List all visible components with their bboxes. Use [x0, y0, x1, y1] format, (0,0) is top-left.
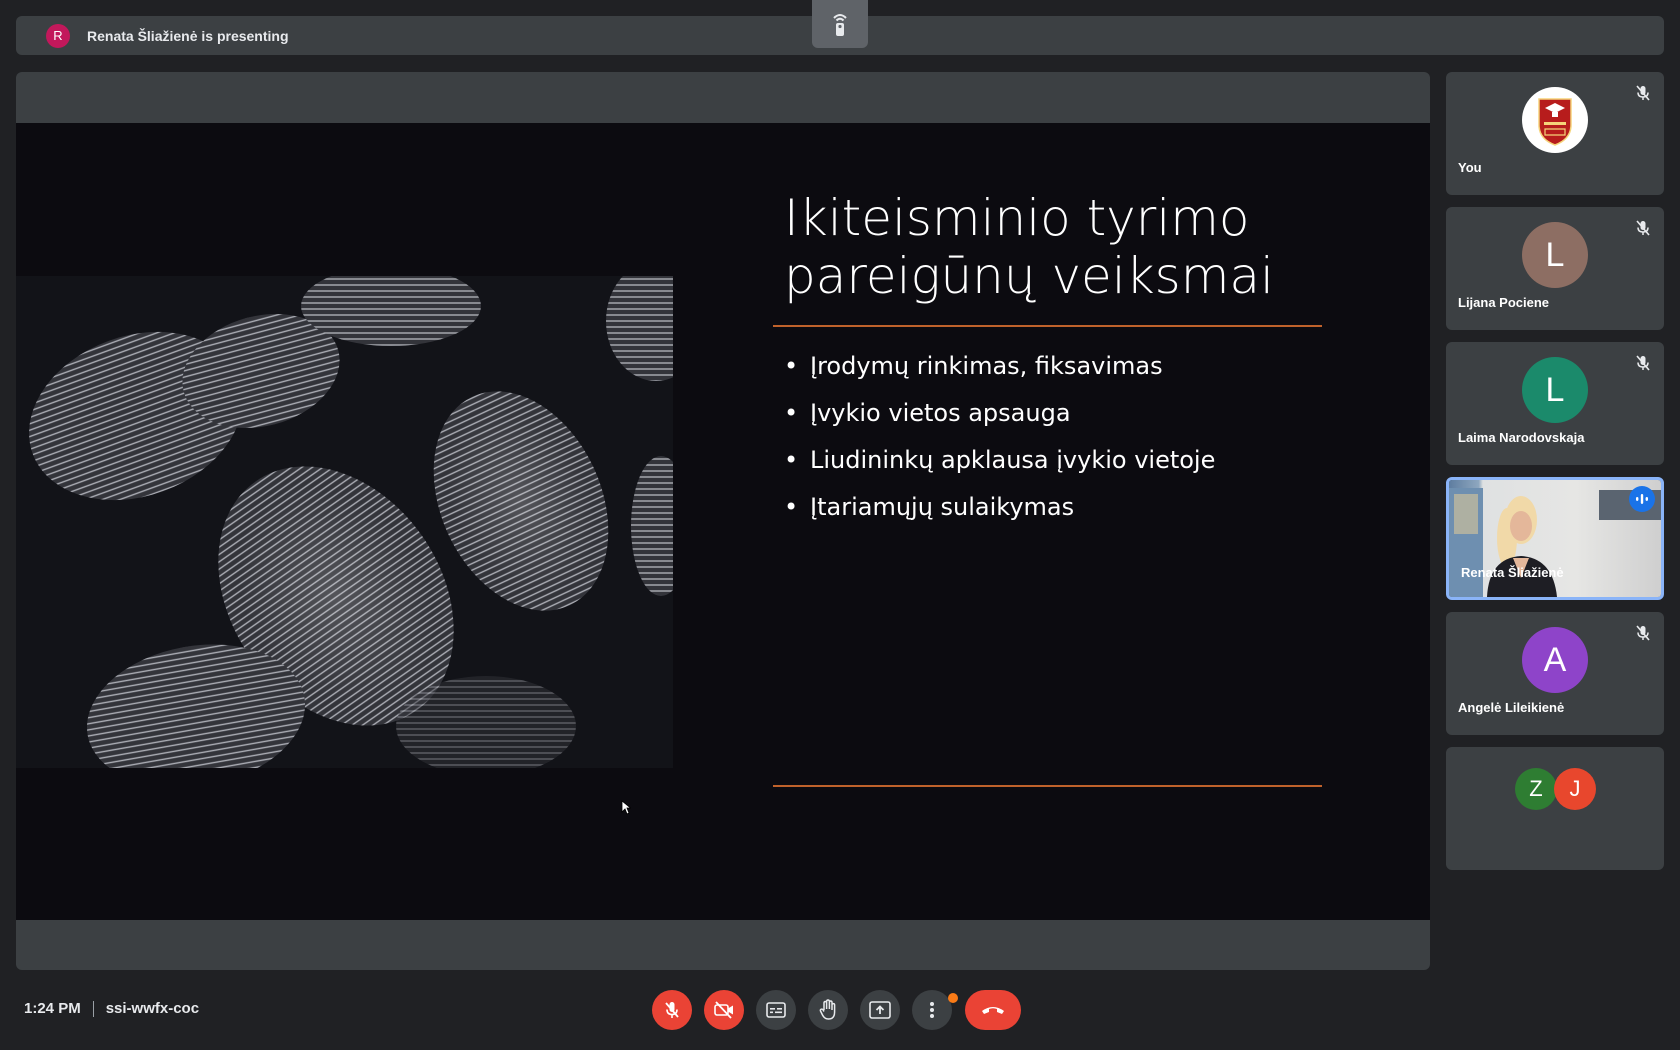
- mic-off-icon: [1636, 355, 1650, 371]
- participant-name: You: [1458, 160, 1482, 175]
- participant-name: Renata Šliažienė: [1461, 565, 1564, 580]
- present-screen-icon: [869, 1001, 891, 1019]
- meeting-time: 1:24 PM: [24, 1000, 81, 1017]
- divider: [92, 1000, 94, 1017]
- more-options-button[interactable]: [912, 990, 952, 1030]
- participant-tile-laima[interactable]: L Laima Narodovskaja: [1446, 342, 1664, 465]
- leave-call-button[interactable]: [965, 990, 1021, 1030]
- slide-bullets: • Įrodymų rinkimas, fiksavimas • Įvykio vi…: [784, 343, 1215, 531]
- mouse-cursor-icon: [621, 800, 632, 820]
- raise-hand-button[interactable]: [808, 990, 848, 1030]
- slide-divider-bottom: [773, 785, 1322, 787]
- participant-avatar: A: [1522, 627, 1588, 693]
- slide-divider-top: [773, 325, 1322, 327]
- participant-avatar: Z: [1515, 768, 1557, 810]
- speaking-indicator-icon: [1629, 486, 1655, 512]
- slide-bullet: • Įtariamųjų sulaikymas: [784, 493, 1075, 521]
- mic-off-icon: [1636, 85, 1650, 101]
- slide-title: Ikiteisminio tyrimo pareigūnų veiksmai: [784, 189, 1274, 305]
- presentation-stage: Ikiteisminio tyrimo pareigūnų veiksmai •…: [16, 72, 1430, 970]
- participant-name: Lijana Pociene: [1458, 295, 1550, 310]
- participant-avatar: L: [1522, 357, 1588, 423]
- participant-tile-renata[interactable]: Renata Šliažienė: [1446, 477, 1664, 600]
- mic-off-icon: [1636, 220, 1650, 236]
- present-button[interactable]: [860, 990, 900, 1030]
- fingerprints-photo: [16, 276, 673, 768]
- participant-tile-lijana[interactable]: L Lijana Pociene: [1446, 207, 1664, 330]
- participant-name: Laima Narodovskaja: [1458, 430, 1585, 445]
- participant-avatar: L: [1522, 222, 1588, 288]
- slide-bullet: • Įvykio vietos apsauga: [784, 399, 1071, 427]
- more-options-icon: [930, 1002, 934, 1018]
- captions-icon: [766, 1002, 786, 1018]
- remote-control-button[interactable]: [812, 0, 868, 48]
- participant-tile-angele[interactable]: A Angelė Lileikienė: [1446, 612, 1664, 735]
- slide-bullet: • Liudininkų apklausa įvykio vietoje: [784, 446, 1216, 474]
- leave-call-icon: [982, 1007, 1004, 1014]
- presenter-avatar: R: [46, 23, 70, 48]
- slide-bullet: • Įrodymų rinkimas, fiksavimas: [784, 352, 1163, 380]
- camera-button[interactable]: [704, 990, 744, 1030]
- remote-control-icon: [833, 14, 847, 36]
- participant-name: Angelė Lileikienė: [1458, 700, 1565, 715]
- others-tile[interactable]: Z J: [1446, 747, 1664, 870]
- school-logo-avatar: [1522, 87, 1588, 153]
- participant-avatar: J: [1554, 768, 1596, 810]
- presentation-slide: Ikiteisminio tyrimo pareigūnų veiksmai •…: [16, 123, 1430, 920]
- mic-off-icon: [665, 1002, 679, 1018]
- captions-button[interactable]: [756, 990, 796, 1030]
- presenting-text: Renata Šliažienė is presenting: [87, 27, 289, 44]
- mic-off-icon: [1636, 625, 1650, 641]
- meeting-code[interactable]: ssi-wwfx-coc: [106, 1000, 199, 1017]
- meeting-info: 1:24 PM ssi-wwfx-coc: [24, 1000, 199, 1017]
- participant-tile-you[interactable]: You: [1446, 72, 1664, 195]
- microphone-button[interactable]: [652, 990, 692, 1030]
- raise-hand-icon: [819, 999, 836, 1020]
- camera-off-icon: [714, 1001, 733, 1019]
